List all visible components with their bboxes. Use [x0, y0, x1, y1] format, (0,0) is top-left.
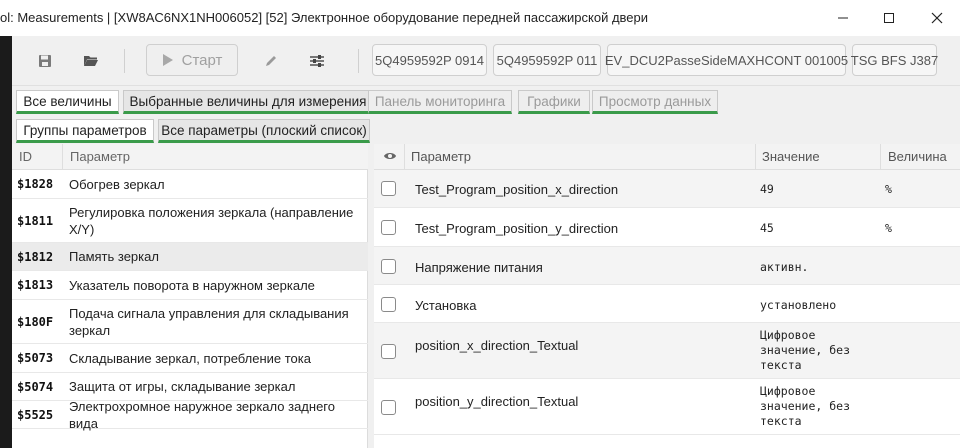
maximize-icon[interactable]	[866, 0, 912, 36]
row-checkbox[interactable]	[381, 400, 396, 415]
ecu-system-chip: TSG BFS J387	[851, 44, 938, 76]
row-checkbox[interactable]	[381, 220, 396, 235]
row-value: Цифровое значение, без текста	[760, 384, 851, 428]
row-id: $5525	[17, 407, 54, 422]
table-row[interactable]: Test_Program_position_y_direction 45 %	[374, 208, 960, 247]
row-name: position_y_direction_Textual	[415, 394, 579, 409]
column-header-parameter[interactable]: Параметр	[70, 149, 130, 164]
column-header-value[interactable]: Значение	[762, 149, 820, 164]
row-name: Защита от игры, складывание зеркал	[69, 379, 296, 394]
parameter-groups-table: ID Параметр $1828 Обогрев зеркал $1811 Р…	[12, 144, 368, 448]
table-row[interactable]: $1813 Указатель поворота в наружном зерк…	[12, 271, 368, 300]
row-id: $5073	[17, 351, 54, 365]
row-id: $1813	[17, 278, 54, 292]
tab-all-values[interactable]: Все величины	[16, 90, 119, 114]
table-row[interactable]: $1811 Регулировка положения зеркала (нап…	[12, 199, 368, 243]
table-row-selected[interactable]: $1812 Память зеркал	[12, 243, 368, 271]
row-checkbox[interactable]	[381, 181, 396, 196]
row-unit: %	[885, 182, 892, 196]
ecu-part-number-chip: 5Q4959592P 0914	[372, 44, 487, 76]
window-title: ol: Measurements | [XW8AC6NX1NH006052] […	[0, 10, 649, 25]
column-header-unit[interactable]: Величина	[888, 149, 947, 164]
row-value: установлено	[760, 298, 837, 312]
row-unit: %	[885, 221, 892, 235]
tab-charts[interactable]: Графики	[518, 90, 590, 114]
row-name: Test_Program_position_x_direction	[415, 182, 619, 197]
toolbar-separator	[124, 49, 125, 73]
main-tabs: Все величины Выбранные величины для изме…	[12, 86, 960, 116]
column-divider	[62, 144, 63, 170]
toolbar: Старт 5Q4959592P 0914 5Q4959592P 011 EV_…	[12, 36, 960, 86]
sub-tabs: Группы параметров Все параметры (плоский…	[12, 116, 960, 144]
tab-selected-values[interactable]: Выбранные величины для измерения	[123, 90, 373, 114]
table-row[interactable]: $5073 Складывание зеркал, потребление то…	[12, 344, 368, 373]
row-id: $1812	[17, 249, 54, 264]
save-icon[interactable]	[32, 48, 58, 74]
ecu-dataset-chip: EV_DCU2PasseSideMAXHCONT 001005	[605, 44, 848, 76]
table-row[interactable]: Test_Program_position_x_direction 49 %	[374, 170, 960, 208]
row-id: $1811	[17, 213, 54, 228]
row-name: Складывание зеркал, потребление тока	[69, 350, 311, 366]
minimize-icon[interactable]	[820, 0, 866, 36]
row-name: Регулировка положения зеркала (направлен…	[69, 204, 354, 237]
row-name: Электрохромное наружное зеркало заднего …	[69, 398, 335, 431]
row-value: активн.	[760, 260, 809, 274]
table-row[interactable]: $5525 Электрохромное наружное зеркало за…	[12, 398, 368, 431]
table-row[interactable]: position_x_direction_Textual Цифровое зн…	[374, 323, 960, 379]
row-name: Установка	[415, 298, 477, 313]
row-name: Test_Program_position_y_direction	[415, 221, 619, 236]
pencil-icon[interactable]	[258, 48, 284, 74]
subtab-flat-list[interactable]: Все параметры (плоский список)	[158, 119, 370, 143]
column-divider	[880, 144, 881, 170]
column-header-id[interactable]: ID	[19, 149, 32, 164]
parameters-table: Параметр Значение Величина Test_Program_…	[374, 144, 960, 448]
title-bar: ol: Measurements | [XW8AC6NX1NH006052] […	[0, 0, 960, 36]
table-row[interactable]: $180F Подача сигнала управления для скла…	[12, 300, 368, 344]
table-row[interactable]: Установка установлено	[374, 285, 960, 323]
eye-icon[interactable]	[383, 150, 397, 165]
row-name: Напряжение питания	[415, 260, 543, 275]
column-header-parameter[interactable]: Параметр	[411, 149, 471, 164]
open-folder-icon[interactable]	[78, 48, 104, 74]
column-divider	[404, 144, 405, 170]
table-header: Параметр Значение Величина	[374, 144, 960, 170]
table-row[interactable]: Напряжение питания активн.	[374, 247, 960, 285]
row-value: 45	[760, 221, 774, 235]
tab-data-view[interactable]: Просмотр данных	[592, 90, 718, 114]
row-id: $180F	[17, 314, 54, 329]
tab-dashboard[interactable]: Панель мониторинга	[368, 90, 512, 114]
play-icon	[162, 54, 173, 66]
row-value: 49	[760, 182, 774, 196]
background-window-edge	[0, 36, 12, 448]
row-checkbox[interactable]	[381, 344, 396, 359]
row-name: Подача сигнала управления для складывани…	[69, 305, 349, 338]
row-name: Память зеркал	[69, 249, 159, 264]
row-id: $1828	[17, 177, 54, 191]
row-name: position_x_direction_Textual	[415, 338, 579, 353]
ecu-hw-number-chip: 5Q4959592P 011	[493, 44, 601, 76]
start-button[interactable]: Старт	[146, 44, 238, 76]
table-row[interactable]: position_y_direction_Textual Цифровое зн…	[374, 379, 960, 435]
toolbar-separator	[358, 49, 359, 73]
subtab-parameter-groups[interactable]: Группы параметров	[16, 119, 154, 143]
close-icon[interactable]	[914, 0, 960, 36]
row-checkbox[interactable]	[381, 297, 396, 312]
table-header: ID Параметр	[12, 144, 368, 170]
row-checkbox[interactable]	[381, 259, 396, 274]
row-value: Цифровое значение, без текста	[760, 328, 851, 372]
sliders-icon[interactable]	[304, 48, 330, 74]
table-row[interactable]: $1828 Обогрев зеркал	[12, 170, 368, 199]
row-name: Указатель поворота в наружном зеркале	[69, 277, 315, 293]
row-name: Обогрев зеркал	[69, 176, 165, 192]
start-button-label: Старт	[181, 51, 223, 69]
column-divider	[755, 144, 756, 170]
row-id: $5074	[17, 379, 54, 394]
